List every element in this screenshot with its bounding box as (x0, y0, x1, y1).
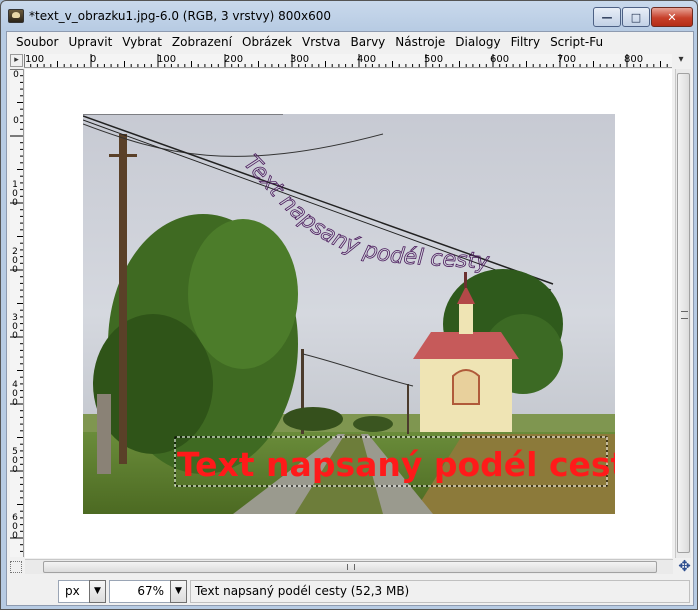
menu-vybrat[interactable]: Vybrat (117, 35, 167, 49)
menu-dialogy[interactable]: Dialogy (450, 35, 505, 49)
ruler-label: 5 0 0 (12, 447, 18, 475)
horizontal-ruler[interactable]: 100 0 100 200 300 400 500 600 700 800 (24, 54, 672, 68)
ruler-label: 600 (490, 54, 510, 65)
vertical-scrollbar[interactable] (675, 69, 691, 558)
horizontal-scroll-thumb[interactable] (43, 561, 657, 573)
image-canvas[interactable]: Text napsaný podél cesty Text napsaný po… (25, 69, 672, 558)
close-button[interactable]: ✕ (651, 7, 693, 27)
gimp-window: *text_v_obrazku1.jpg-6.0 (RGB, 3 vrstvy)… (0, 0, 698, 610)
ruler-label: 1 0 0 (12, 180, 18, 208)
vertical-scroll-thumb[interactable] (677, 73, 690, 553)
ruler-label: 200 (224, 54, 244, 65)
ruler-label: 300 (290, 54, 310, 65)
window-title: *text_v_obrazku1.jpg-6.0 (RGB, 3 vrstvy)… (29, 9, 331, 23)
navigate-icon[interactable]: ✥ (677, 559, 692, 574)
menu-upravit[interactable]: Upravit (63, 35, 117, 49)
menu-nastroje[interactable]: Nástroje (390, 35, 450, 49)
chevron-down-icon: ▼ (175, 586, 182, 596)
menu-obrazek[interactable]: Obrázek (237, 35, 297, 49)
unit-select[interactable]: px (58, 580, 90, 603)
gimp-app-icon (8, 9, 24, 23)
ruler-label: 3 0 0 (12, 313, 18, 341)
photo-image: Text napsaný podél cesty Text napsaný po… (83, 114, 615, 514)
ruler-label: 0 (13, 70, 19, 80)
status-bar: px ▼ 67% ▼ Text napsaný podél cesty (52,… (7, 577, 693, 605)
grip-icon (681, 311, 688, 319)
close-icon: ✕ (667, 10, 677, 24)
image-window-client: Soubor Upravit Vybrat Zobrazení Obrázek … (6, 31, 694, 606)
chevron-down-icon: ▼ (94, 586, 101, 596)
text-layer: Text napsaný podél cesty (177, 445, 615, 484)
menu-bar: Soubor Upravit Vybrat Zobrazení Obrázek … (7, 32, 693, 52)
ruler-label: 800 (624, 54, 644, 65)
menu-soubor[interactable]: Soubor (11, 35, 63, 49)
ruler-label: 700 (557, 54, 577, 65)
ruler-label: 500 (424, 54, 444, 65)
ruler-label: 6 0 0 (12, 513, 18, 541)
zoom-dropdown-button[interactable]: ▼ (170, 580, 187, 603)
menu-filtry[interactable]: Filtry (506, 35, 545, 49)
maximize-button[interactable]: □ (622, 7, 650, 27)
menu-vrstva[interactable]: Vrstva (297, 35, 346, 49)
ruler-menu-icon[interactable]: ▸ (10, 54, 23, 67)
maximize-icon: □ (630, 10, 642, 24)
ruler-label: 100 (25, 54, 45, 65)
ruler-scroll-icon: ▾ (678, 54, 684, 65)
minimize-icon: — (601, 10, 613, 24)
status-message: Text napsaný podél cesty (52,3 MB) (190, 580, 690, 603)
menu-script-fu[interactable]: Script-Fu (545, 35, 608, 49)
minimize-button[interactable]: — (593, 7, 621, 27)
ruler-label: 4 0 0 (12, 380, 18, 408)
ruler-label: 0 (90, 54, 97, 65)
title-bar[interactable]: *text_v_obrazku1.jpg-6.0 (RGB, 3 vrstvy)… (1, 1, 697, 31)
ruler-label: 100 (157, 54, 177, 65)
ruler-label: 2 0 0 (12, 247, 18, 275)
ruler-label: 0 (13, 116, 19, 126)
menu-zobrazeni[interactable]: Zobrazení (167, 35, 237, 49)
grip-icon (347, 564, 355, 570)
zoom-select[interactable]: 67% (109, 580, 171, 603)
vertical-ruler[interactable]: 0 0 1 0 0 2 0 0 3 0 0 4 0 0 5 0 0 6 0 0 (10, 69, 24, 557)
unit-dropdown-button[interactable]: ▼ (89, 580, 106, 603)
photo-landscape: Text napsaný podél cesty Text napsaný po… (83, 114, 615, 514)
quickmask-icon[interactable] (10, 561, 22, 573)
horizontal-scrollbar[interactable] (25, 559, 673, 574)
menu-barvy[interactable]: Barvy (346, 35, 391, 49)
ruler-label: 400 (357, 54, 377, 65)
